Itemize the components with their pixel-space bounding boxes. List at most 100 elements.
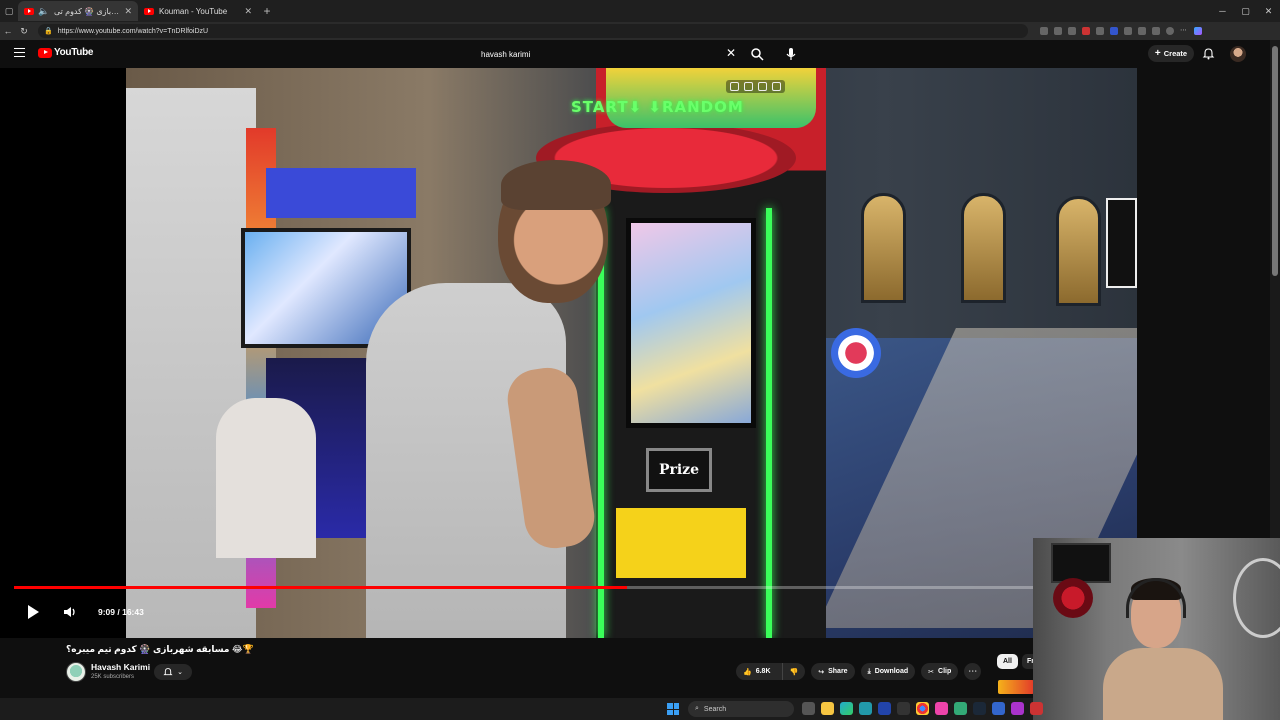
video-actions: 👍 6.8K 👎 ↪ Share ⤓ Download ✂ Clip ⋯ <box>736 663 982 680</box>
lock-icon: 🔒 <box>44 28 53 35</box>
app-icon[interactable] <box>859 702 872 715</box>
more-menu-icon[interactable]: ⋯ <box>1180 27 1188 35</box>
search-input[interactable]: havash karimi <box>476 45 744 63</box>
dislike-button[interactable]: 👎 <box>781 663 806 680</box>
video-yellow-panel <box>616 508 746 578</box>
close-tab-icon[interactable]: ✕ <box>124 6 132 17</box>
webcam-person-body <box>1103 648 1223 720</box>
chip-all[interactable]: All <box>997 654 1018 669</box>
chrome-icon[interactable] <box>916 702 929 715</box>
hamburger-menu-icon[interactable] <box>14 48 25 57</box>
youtube-header: YouTube havash karimi ✕ + Create <box>0 40 1270 68</box>
app-icon[interactable] <box>878 702 891 715</box>
maximize-icon[interactable]: ▢ <box>1234 0 1257 22</box>
tab-current[interactable]: 🔈 مسابقه شهربازی 🎡 کدوم تی... ✕ <box>18 1 138 21</box>
edge-icon[interactable] <box>840 702 853 715</box>
extension-icon[interactable] <box>1096 27 1104 35</box>
video-machine-screen <box>626 218 756 428</box>
app-icon[interactable] <box>992 702 1005 715</box>
extension-icon[interactable] <box>1054 27 1062 35</box>
video-prize-display: Prize <box>646 448 712 492</box>
share-icon: ↪ <box>818 668 825 676</box>
recommendation-thumbnail[interactable] <box>998 680 1034 694</box>
create-button[interactable]: + Create <box>1148 45 1194 62</box>
app-icon[interactable] <box>1030 702 1043 715</box>
minimize-icon[interactable]: ─ <box>1211 0 1234 22</box>
url-text: https://www.youtube.com/watch?v=TnDRlfoi… <box>57 27 209 35</box>
close-tab-icon[interactable]: ✕ <box>244 6 252 17</box>
extension-icon[interactable] <box>1040 27 1048 35</box>
new-tab-icon[interactable]: + <box>258 2 276 20</box>
webcam-fan <box>1233 558 1280 638</box>
download-label: Download <box>874 668 909 675</box>
notifications-bell-icon[interactable] <box>1202 47 1215 60</box>
tab-kouman[interactable]: Kouman - YouTube ✕ <box>138 1 258 21</box>
close-window-icon[interactable]: ✕ <box>1257 0 1280 22</box>
video-frame: START⬇ ⬇RANDOM Prize <box>126 68 1137 638</box>
channel-name[interactable]: Havash Karimi <box>91 662 150 672</box>
extension-icon[interactable] <box>1138 27 1146 35</box>
app-icon[interactable] <box>897 702 910 715</box>
extension-icon[interactable] <box>1152 27 1160 35</box>
volume-icon[interactable] <box>62 605 78 619</box>
task-view-icon[interactable] <box>802 702 815 715</box>
like-button[interactable]: 👍 6.8K <box>736 663 778 680</box>
download-button[interactable]: ⤓ Download <box>860 663 916 680</box>
url-field[interactable]: 🔒 https://www.youtube.com/watch?v=TnDRlf… <box>38 24 1028 38</box>
settings-icon[interactable] <box>772 82 781 91</box>
app-icon[interactable] <box>973 702 986 715</box>
time-display: 9:09 / 16:43 <box>98 607 144 617</box>
video-player[interactable]: START⬇ ⬇RANDOM Prize 9:09 / 16:43 <box>0 68 1137 638</box>
app-icon[interactable] <box>935 702 948 715</box>
back-icon[interactable]: ← <box>0 26 16 36</box>
clear-search-icon[interactable]: ✕ <box>726 47 736 59</box>
extension-icon[interactable] <box>1124 27 1132 35</box>
file-explorer-icon[interactable] <box>821 702 834 715</box>
account-avatar[interactable] <box>1230 46 1246 62</box>
speaker-icon[interactable]: 🔈 <box>38 2 49 20</box>
youtube-favicon-icon <box>24 7 34 15</box>
video-window <box>861 193 906 303</box>
video-progress-bar[interactable] <box>14 586 1137 589</box>
thumbs-up-icon: 👍 <box>743 668 752 676</box>
right-sidebar <box>1137 68 1270 538</box>
scrollbar-thumb[interactable] <box>1272 46 1278 276</box>
clip-button[interactable]: ✂ Clip <box>921 663 959 680</box>
extension-icon[interactable] <box>1082 27 1090 35</box>
search-icon[interactable] <box>750 47 764 61</box>
taskbar-search[interactable]: ⌕ Search <box>688 701 794 717</box>
edit-icon[interactable] <box>758 82 767 91</box>
like-dislike-group: 👍 6.8K 👎 <box>736 663 806 680</box>
windows-start-icon[interactable] <box>667 703 679 715</box>
share-label: Share <box>828 668 848 675</box>
share-button[interactable]: ↪ Share <box>811 663 855 680</box>
picture-in-picture-icon[interactable] <box>744 82 753 91</box>
video-neon-sign <box>1106 198 1137 288</box>
extension-icon[interactable] <box>1110 27 1118 35</box>
channel-avatar[interactable] <box>66 662 86 682</box>
plus-icon: + <box>1154 48 1161 59</box>
browser-tab-strip: ▢ 🔈 مسابقه شهربازی 🎡 کدوم تی... ✕ Kouman… <box>0 0 1280 22</box>
windows-taskbar: ⌕ Search <box>0 698 1043 720</box>
profile-icon[interactable] <box>1166 27 1174 35</box>
copilot-icon[interactable] <box>1194 27 1202 35</box>
app-icon[interactable] <box>954 702 967 715</box>
chevron-down-icon: ⌄ <box>177 669 183 676</box>
microphone-icon[interactable] <box>784 47 798 61</box>
webcam-monitor <box>1051 543 1111 583</box>
video-progress-fill <box>14 586 628 589</box>
play-icon[interactable] <box>24 603 42 621</box>
video-window <box>1056 196 1101 306</box>
screenshot-icon[interactable] <box>730 82 739 91</box>
video-overlay-toolbar <box>726 80 785 93</box>
window-controls: ─ ▢ ✕ <box>1211 0 1280 22</box>
scissors-icon: ✂ <box>928 668 935 676</box>
refresh-icon[interactable]: ↻ <box>16 26 32 37</box>
tab-actions-icon[interactable]: ▢ <box>0 2 18 20</box>
clip-label: Clip <box>938 668 952 675</box>
subscription-bell-button[interactable]: ⌄ <box>154 664 192 680</box>
more-actions-icon[interactable]: ⋯ <box>964 663 982 680</box>
youtube-logo[interactable]: YouTube <box>38 47 94 58</box>
app-icon[interactable] <box>1011 702 1024 715</box>
favorite-star-icon[interactable] <box>1068 27 1076 35</box>
